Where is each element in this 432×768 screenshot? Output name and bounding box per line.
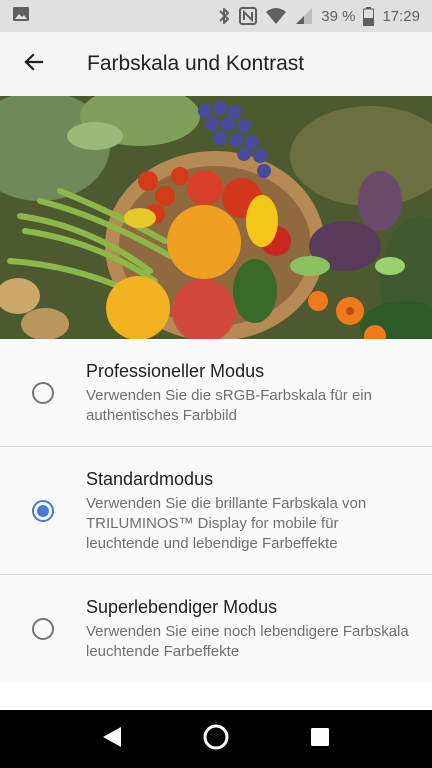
option-professional-mode[interactable]: Professioneller Modus Verwenden Sie die …: [0, 339, 432, 447]
battery-icon: [363, 6, 375, 26]
app-bar: Farbskala und Kontrast: [0, 32, 432, 96]
page-title: Farbskala und Kontrast: [87, 52, 305, 75]
option-title: Professioneller Modus: [86, 361, 265, 381]
option-description: Verwenden Sie die sRGB-Farbskala für ein…: [86, 387, 372, 424]
color-mode-options: Professioneller Modus Verwenden Sie die …: [0, 339, 432, 682]
status-right: 39 % 17:29: [217, 6, 420, 26]
option-text: Superlebendiger Modus Verwenden Sie eine…: [86, 575, 432, 682]
bluetooth-icon: [217, 6, 231, 26]
radio-button-standard[interactable]: [32, 499, 54, 522]
nfc-icon: [239, 7, 258, 25]
option-text: Professioneller Modus Verwenden Sie die …: [86, 339, 432, 446]
option-super-vivid-mode[interactable]: Superlebendiger Modus Verwenden Sie eine…: [0, 575, 432, 682]
clock: 17:29: [382, 7, 420, 25]
navigation-bar: [0, 710, 432, 768]
radio-wrap: [0, 575, 86, 682]
nav-back-button[interactable]: [88, 715, 136, 763]
nav-home-icon: [202, 723, 230, 756]
image-icon: [12, 5, 30, 28]
radio-wrap: [0, 447, 86, 574]
nav-recents-button[interactable]: [296, 715, 344, 763]
option-text: Standardmodus Verwenden Sie die brillant…: [86, 447, 432, 574]
option-description: Verwenden Sie die brillante Farbskala vo…: [86, 495, 367, 552]
radio-button-professional[interactable]: [32, 381, 54, 404]
radio-wrap: [0, 339, 86, 446]
option-title: Superlebendiger Modus: [86, 597, 278, 617]
option-description: Verwenden Sie eine noch lebendigere Farb…: [86, 623, 409, 660]
back-arrow-icon: [22, 50, 46, 79]
wifi-icon: [265, 7, 287, 25]
nav-recents-icon: [310, 727, 330, 752]
nav-home-button[interactable]: [192, 715, 240, 763]
radio-button-super-vivid[interactable]: [32, 617, 54, 640]
vegetables-photo: [0, 96, 432, 339]
battery-percent: 39 %: [321, 7, 356, 25]
back-button[interactable]: [6, 36, 62, 92]
status-bar: 39 % 17:29: [0, 0, 432, 32]
option-title: Standardmodus: [86, 469, 214, 489]
option-standard-mode[interactable]: Standardmodus Verwenden Sie die brillant…: [0, 447, 432, 575]
nav-back-icon: [101, 725, 123, 754]
status-left: [12, 5, 30, 28]
signal-icon: [295, 7, 313, 25]
